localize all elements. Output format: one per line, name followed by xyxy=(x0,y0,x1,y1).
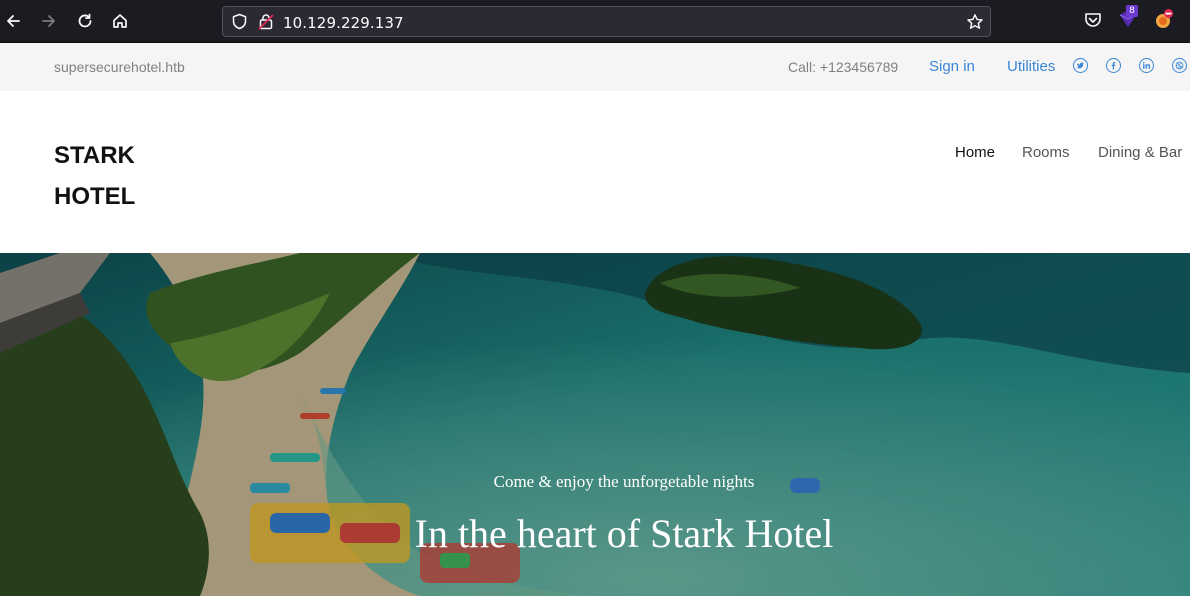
reload-button[interactable] xyxy=(72,8,98,34)
site-domain: supersecurehotel.htb xyxy=(54,59,185,75)
url-bar[interactable]: 10.129.229.137 xyxy=(222,6,991,37)
nav-home[interactable]: Home xyxy=(955,144,995,161)
home-icon xyxy=(113,14,127,28)
lock-icon[interactable] xyxy=(258,13,274,30)
dribbble-link[interactable] xyxy=(1172,58,1187,73)
brand-line-1: STARK xyxy=(54,142,135,169)
site-logo[interactable]: STARK HOTEL xyxy=(54,135,194,217)
dribbble-icon xyxy=(1175,61,1184,70)
bookmark-star-icon[interactable] xyxy=(966,13,984,31)
site-header: STARK HOTEL Home Rooms Dining & Bar xyxy=(0,91,1190,253)
browser-toolbar: 10.129.229.137 8 xyxy=(0,0,1190,43)
phone-number: Call: +123456789 xyxy=(788,59,899,75)
sign-in-link[interactable]: Sign in xyxy=(929,58,975,75)
nav-rooms[interactable]: Rooms xyxy=(1022,144,1070,161)
extension-badge: 8 xyxy=(1126,5,1138,17)
shield-icon[interactable] xyxy=(231,13,248,30)
twitter-link[interactable] xyxy=(1073,58,1088,73)
utilities-link[interactable]: Utilities xyxy=(1007,58,1055,75)
back-button[interactable] xyxy=(0,8,26,34)
pocket-icon[interactable] xyxy=(1082,9,1104,31)
nav-dining-bar[interactable]: Dining & Bar xyxy=(1098,144,1182,161)
extension-button[interactable]: 8 xyxy=(1117,5,1139,29)
hero-subtitle: Come & enjoy the unforgetable nights xyxy=(493,472,755,491)
linkedin-link[interactable] xyxy=(1139,58,1154,73)
forward-icon xyxy=(42,15,55,27)
firefox-profile-icon[interactable] xyxy=(1153,8,1175,30)
top-info-bar: supersecurehotel.htb Call: +123456789 Si… xyxy=(0,43,1190,91)
twitter-icon xyxy=(1076,62,1085,69)
facebook-link[interactable] xyxy=(1106,58,1121,73)
home-button[interactable] xyxy=(107,8,133,34)
forward-button[interactable] xyxy=(36,8,62,34)
brand-line-2: HOTEL xyxy=(54,183,136,210)
facebook-icon xyxy=(1111,61,1116,70)
linkedin-icon xyxy=(1142,61,1151,69)
hero-section: Come & enjoy the unforgetable nights In … xyxy=(0,253,1190,596)
hero-title: In the heart of Stark Hotel xyxy=(414,511,834,556)
url-text[interactable]: 10.129.229.137 xyxy=(283,14,404,32)
back-icon xyxy=(7,15,20,27)
reload-icon xyxy=(78,13,92,28)
